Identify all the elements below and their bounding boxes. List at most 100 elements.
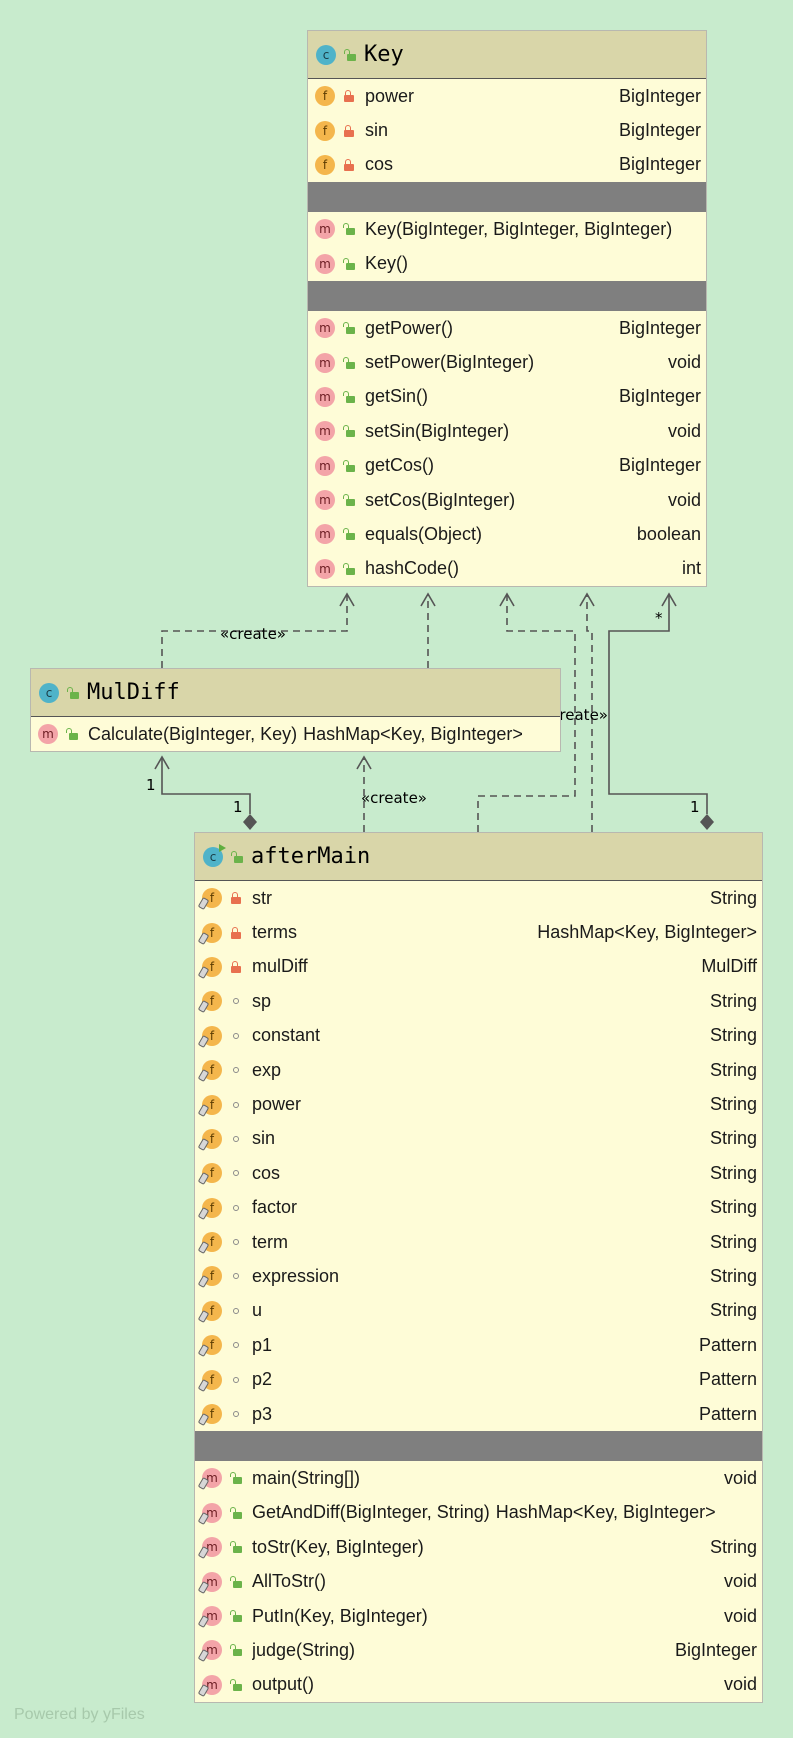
method-return-type: void — [667, 352, 701, 373]
method-return-type: BigInteger — [618, 455, 701, 476]
circle-icon — [230, 1408, 242, 1420]
method-row[interactable]: m judge(String) BigInteger — [195, 1633, 762, 1667]
class-name: afterMain — [251, 844, 371, 869]
method-row[interactable]: m PutIn(Key, BigInteger) void — [195, 1599, 762, 1633]
method-row[interactable]: m getPower() BigInteger — [308, 311, 706, 345]
unlock-icon — [230, 1610, 242, 1622]
constructor-row[interactable]: m Key(BigInteger, BigInteger, BigInteger… — [308, 212, 706, 246]
field-type: String — [709, 1025, 757, 1046]
method-row[interactable]: m output() void — [195, 1668, 762, 1702]
method-row[interactable]: m equals(Object) boolean — [308, 517, 706, 551]
edge-label-create: «create» — [361, 789, 427, 807]
field-name: expression — [252, 1265, 340, 1286]
class-aftermain[interactable]: c afterMain f str String f terms HashMap<Key,… — [194, 832, 763, 1703]
field-name: terms — [252, 922, 297, 943]
method-signature: main(String[]) — [252, 1467, 361, 1488]
field-row[interactable]: f sp String — [195, 984, 762, 1018]
field-row[interactable]: f exp String — [195, 1053, 762, 1087]
class-name: Key — [364, 42, 404, 67]
field-row[interactable]: f power String — [195, 1087, 762, 1121]
unlock-icon — [343, 528, 355, 541]
method-row[interactable]: m Calculate(BigInteger, Key) HashMap<Key… — [31, 717, 560, 751]
field-row[interactable]: f expression String — [195, 1259, 762, 1293]
method-icon: m — [315, 219, 335, 240]
edge-label-create: «create» — [220, 625, 286, 643]
method-row[interactable]: m setSin(BigInteger) void — [308, 414, 706, 448]
method-signature: getPower() — [365, 317, 454, 338]
field-name: factor — [252, 1197, 298, 1218]
circle-icon — [230, 1374, 242, 1386]
field-row[interactable]: f terms HashMap<Key, BigInteger> — [195, 915, 762, 949]
field-row[interactable]: f factor String — [195, 1191, 762, 1225]
method-row[interactable]: m getSin() BigInteger — [308, 380, 706, 414]
method-row[interactable]: m setCos(BigInteger) void — [308, 483, 706, 517]
field-name: term — [252, 1231, 288, 1252]
class-header[interactable]: c Key — [308, 31, 706, 79]
field-row[interactable]: f cos String — [195, 1156, 762, 1190]
unlock-icon — [343, 356, 355, 369]
field-row[interactable]: f str String — [195, 881, 762, 915]
circle-icon — [230, 1236, 242, 1248]
field-name: sin — [252, 1128, 276, 1149]
field-row[interactable]: f constant String — [195, 1019, 762, 1053]
edge-label-multiplicity: 1 — [233, 798, 243, 816]
unlock-icon — [343, 223, 355, 236]
method-icon: m — [315, 421, 335, 442]
field-name: exp — [252, 1059, 282, 1080]
field-name: str — [252, 887, 272, 908]
edge-label-multiplicity: 1 — [146, 776, 156, 794]
constructor-row[interactable]: m Key() — [308, 247, 706, 281]
unlock-icon — [231, 850, 243, 863]
field-row[interactable]: f mulDiff MulDiff — [195, 950, 762, 984]
method-row[interactable]: m toStr(Key, BigInteger) String — [195, 1530, 762, 1564]
field-row[interactable]: f power BigInteger — [308, 79, 706, 113]
method-signature: Calculate(BigInteger, Key) — [88, 723, 298, 744]
section-divider — [195, 1431, 762, 1462]
class-header[interactable]: c afterMain — [195, 833, 762, 881]
circle-icon — [230, 1030, 242, 1042]
class-header[interactable]: c MulDiff — [31, 669, 560, 717]
constructors-section: m Key(BigInteger, BigInteger, BigInteger… — [308, 212, 706, 281]
field-row[interactable]: f sin BigInteger — [308, 113, 706, 147]
class-muldiff[interactable]: c MulDiff m Calculate(BigInteger, Key) H… — [30, 668, 561, 753]
method-icon: m — [202, 1571, 222, 1592]
method-row[interactable]: m hashCode() int — [308, 552, 706, 586]
unlock-icon — [67, 686, 79, 699]
circle-icon — [230, 1167, 242, 1179]
method-return-type: void — [667, 489, 701, 510]
methods-section: m Calculate(BigInteger, Key) HashMap<Key… — [31, 717, 560, 751]
method-signature: AllToStr() — [252, 1571, 327, 1592]
field-icon: f — [202, 888, 222, 909]
method-icon: m — [315, 318, 335, 339]
method-signature: equals(Object) — [365, 523, 483, 544]
method-signature: output() — [252, 1674, 315, 1695]
field-row[interactable]: f sin String — [195, 1122, 762, 1156]
method-icon: m — [202, 1640, 222, 1661]
field-row[interactable]: f p1 Pattern — [195, 1328, 762, 1362]
field-type: HashMap<Key, BigInteger> — [537, 922, 757, 943]
method-row[interactable]: m AllToStr() void — [195, 1564, 762, 1598]
class-icon: c — [39, 682, 59, 703]
lock-icon — [230, 960, 242, 973]
method-row[interactable]: m GetAndDiff(BigInteger, String) HashMap<K… — [195, 1496, 762, 1530]
field-row[interactable]: f p3 Pattern — [195, 1397, 762, 1431]
circle-icon — [230, 1339, 242, 1351]
field-icon: f — [202, 1300, 222, 1321]
method-row[interactable]: m setPower(BigInteger) void — [308, 345, 706, 379]
field-row[interactable]: f u String — [195, 1294, 762, 1328]
field-row[interactable]: f p2 Pattern — [195, 1362, 762, 1396]
field-icon: f — [202, 1128, 222, 1149]
fields-section: f str String f terms HashMap<Key, BigInteger>… — [195, 881, 762, 1431]
method-row[interactable]: m getCos() BigInteger — [308, 449, 706, 483]
field-name: p3 — [252, 1403, 273, 1424]
field-row[interactable]: f cos BigInteger — [308, 148, 706, 182]
circle-icon — [230, 1133, 242, 1145]
method-icon: m — [315, 490, 335, 511]
field-row[interactable]: f term String — [195, 1225, 762, 1259]
field-icon: f — [202, 1369, 222, 1390]
field-type: String — [709, 1265, 757, 1286]
field-type: Pattern — [698, 1403, 757, 1424]
class-key[interactable]: c Key f power BigInteger f sin BigIntege… — [307, 30, 707, 588]
method-row[interactable]: m main(String[]) void — [195, 1461, 762, 1495]
unlock-icon — [343, 322, 355, 335]
